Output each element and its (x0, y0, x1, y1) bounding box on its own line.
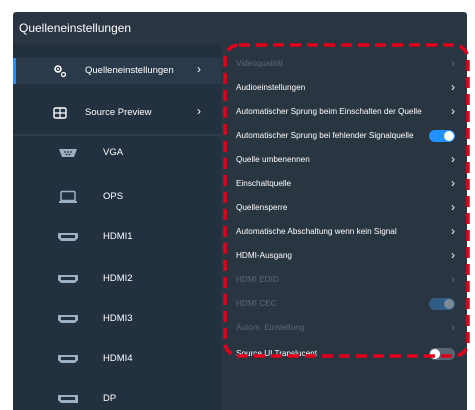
setting-auto-power-off[interactable]: Automatische Abschaltung wenn kein Signa… (221, 220, 467, 244)
hdmi-port-icon (58, 275, 78, 283)
hdmi-port-icon (58, 233, 78, 241)
setting-label: HDMI-Ausgang (236, 251, 292, 260)
source-item-hdmi1[interactable]: HDMI1 (13, 224, 221, 250)
toggle-knob (444, 299, 454, 309)
chevron-right-icon: › (449, 56, 455, 70)
chevron-right-icon: › (449, 80, 455, 94)
vga-port-icon (59, 149, 77, 157)
chevron-right-icon: › (449, 272, 455, 286)
chevron-right-icon: › (449, 152, 455, 166)
setting-audio[interactable]: Audioeinstellungen › (221, 76, 467, 100)
nav-label: Source Preview (85, 107, 152, 118)
setting-hdmi-cec: HDMI CEC (221, 292, 467, 316)
source-label: VGA (103, 147, 124, 158)
setting-rename-source[interactable]: Quelle umbenennen › (221, 148, 467, 172)
setting-label: Quelle umbenennen (236, 155, 310, 164)
chevron-right-icon: › (449, 176, 455, 190)
toggle-knob (444, 131, 454, 141)
left-sidebar: Quelleneinstellungen › Source Preview › … (13, 44, 221, 410)
settings-panel: Videoqualität › Audioeinstellungen › Aut… (221, 44, 467, 410)
chevron-right-icon: › (449, 104, 455, 118)
nav-item-source-settings[interactable]: Quelleneinstellungen › (13, 58, 221, 84)
setting-power-on-source[interactable]: Einschaltquelle › (221, 172, 467, 196)
setting-source-lock[interactable]: Quellensperre › (221, 196, 467, 220)
setting-label: Videoqualität (236, 59, 284, 68)
chevron-right-icon: › (449, 200, 455, 214)
source-item-hdmi4[interactable]: HDMI4 (13, 346, 221, 372)
chevron-right-icon: › (197, 104, 201, 118)
active-indicator (13, 58, 16, 84)
source-label: HDMI1 (103, 231, 133, 242)
chevron-right-icon: › (449, 224, 455, 238)
source-preview-icon (53, 107, 67, 119)
window-title: Quelleneinstellungen (19, 21, 132, 35)
source-label: DP (103, 393, 117, 404)
setting-source-ui-translucent[interactable]: Source UI Translucent (221, 342, 467, 366)
chevron-right-icon: › (449, 320, 455, 334)
setting-label: Automatische Abschaltung wenn kein Signa… (236, 227, 397, 236)
hdmi-port-icon (58, 315, 78, 323)
chevron-right-icon: › (197, 62, 201, 76)
source-label: HDMI2 (103, 273, 133, 284)
setting-label: Autom. Einstellung (236, 323, 305, 332)
setting-label: Quellensperre (236, 203, 288, 212)
auto-jump-toggle[interactable] (429, 130, 455, 142)
setting-label: Audioeinstellungen (236, 83, 306, 92)
source-label: HDMI3 (103, 313, 133, 324)
displayport-icon (58, 395, 78, 403)
chevron-right-icon: › (449, 248, 455, 262)
setting-auto-jump-no-signal[interactable]: Automatischer Sprung bei fehlender Signa… (221, 124, 467, 148)
setting-label: Source UI Translucent (236, 349, 318, 358)
setting-hdmi-output[interactable]: HDMI-Ausgang › (221, 244, 467, 268)
source-item-dp[interactable]: DP (13, 386, 221, 410)
settings-window: Quelleneinstellungen Quelleneinstellunge… (13, 12, 467, 410)
setting-auto-adjust: Autom. Einstellung › (221, 316, 467, 340)
setting-label: Einschaltquelle (236, 179, 292, 188)
toggle-knob (430, 349, 440, 359)
setting-video-quality: Videoqualität › (221, 52, 467, 76)
setting-auto-jump-on-power[interactable]: Automatischer Sprung beim Einschalten de… (221, 100, 467, 124)
source-item-hdmi2[interactable]: HDMI2 (13, 266, 221, 292)
setting-label: Automatischer Sprung beim Einschalten de… (236, 107, 422, 116)
setting-label: Automatischer Sprung bei fehlender Signa… (236, 131, 414, 140)
hdmi-cec-toggle (429, 298, 455, 310)
source-item-hdmi3[interactable]: HDMI3 (13, 306, 221, 332)
source-label: HDMI4 (103, 353, 133, 364)
setting-label: HDMI CEC (236, 299, 277, 308)
source-item-ops[interactable]: OPS (13, 184, 221, 210)
source-item-vga[interactable]: VGA (13, 140, 221, 166)
setting-label: HDMI EDID (236, 275, 279, 284)
setting-hdmi-edid: HDMI EDID › (221, 268, 467, 292)
divider (13, 134, 221, 136)
hdmi-port-icon (58, 355, 78, 363)
nav-label: Quelleneinstellungen (85, 65, 174, 76)
gear-icon (54, 65, 67, 78)
nav-item-source-preview[interactable]: Source Preview › (13, 100, 221, 126)
source-ui-translucent-toggle[interactable] (429, 348, 455, 360)
source-label: OPS (103, 191, 124, 202)
ops-computer-icon (59, 190, 77, 203)
